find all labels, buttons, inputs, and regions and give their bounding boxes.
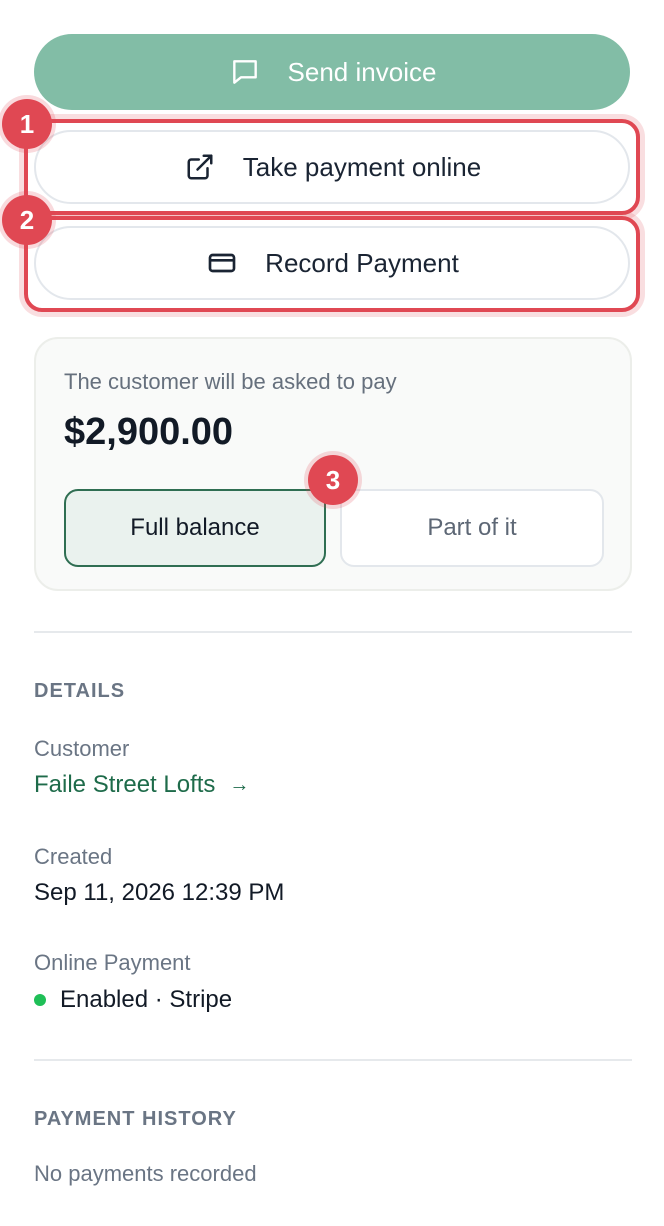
payment-history-empty: No payments recorded <box>34 1161 257 1186</box>
full-balance-option[interactable]: Full balance <box>64 489 326 567</box>
created-value: Sep 11, 2026 12:39 PM <box>34 879 285 906</box>
online-payment-status: Enabled · Stripe <box>34 986 232 1014</box>
arrow-right-icon: → <box>229 773 250 796</box>
customer-name: Faile Street Lofts <box>34 771 216 798</box>
record-payment-button[interactable]: Record Payment <box>34 226 630 300</box>
record-payment-label: Record Payment <box>265 247 459 278</box>
annotation-badge-3: 3 <box>308 455 358 505</box>
send-invoice-button[interactable]: Send invoice <box>34 34 630 110</box>
divider <box>34 1059 632 1061</box>
annotation-badge-2: 2 <box>2 195 52 245</box>
payment-caption: The customer will be asked to pay <box>64 369 397 394</box>
external-link-icon <box>183 150 217 184</box>
online-payment-value: Enabled · Stripe <box>60 986 233 1013</box>
payment-amount: $2,900.00 <box>64 411 234 453</box>
full-balance-label: Full balance <box>130 514 260 541</box>
divider <box>34 631 632 633</box>
credit-card-icon <box>205 246 239 280</box>
status-dot-icon <box>34 994 46 1006</box>
message-square-icon <box>228 55 262 89</box>
send-invoice-label: Send invoice <box>287 56 437 87</box>
details-section-title: DETAILS <box>34 680 126 702</box>
annotation-badge-1: 1 <box>2 99 52 149</box>
customer-link[interactable]: Faile Street Lofts → <box>34 771 249 799</box>
take-payment-online-button[interactable]: Take payment online <box>34 130 630 204</box>
customer-label: Customer <box>34 736 130 761</box>
part-of-it-option[interactable]: Part of it <box>340 489 604 567</box>
created-label: Created <box>34 844 113 869</box>
take-payment-online-label: Take payment online <box>242 151 482 182</box>
online-payment-label: Online Payment <box>34 950 191 975</box>
invoice-actions-panel: Send invoice Take payment online Record … <box>0 0 664 1226</box>
part-of-it-label: Part of it <box>427 514 517 541</box>
payment-history-title: PAYMENT HISTORY <box>34 1108 237 1130</box>
